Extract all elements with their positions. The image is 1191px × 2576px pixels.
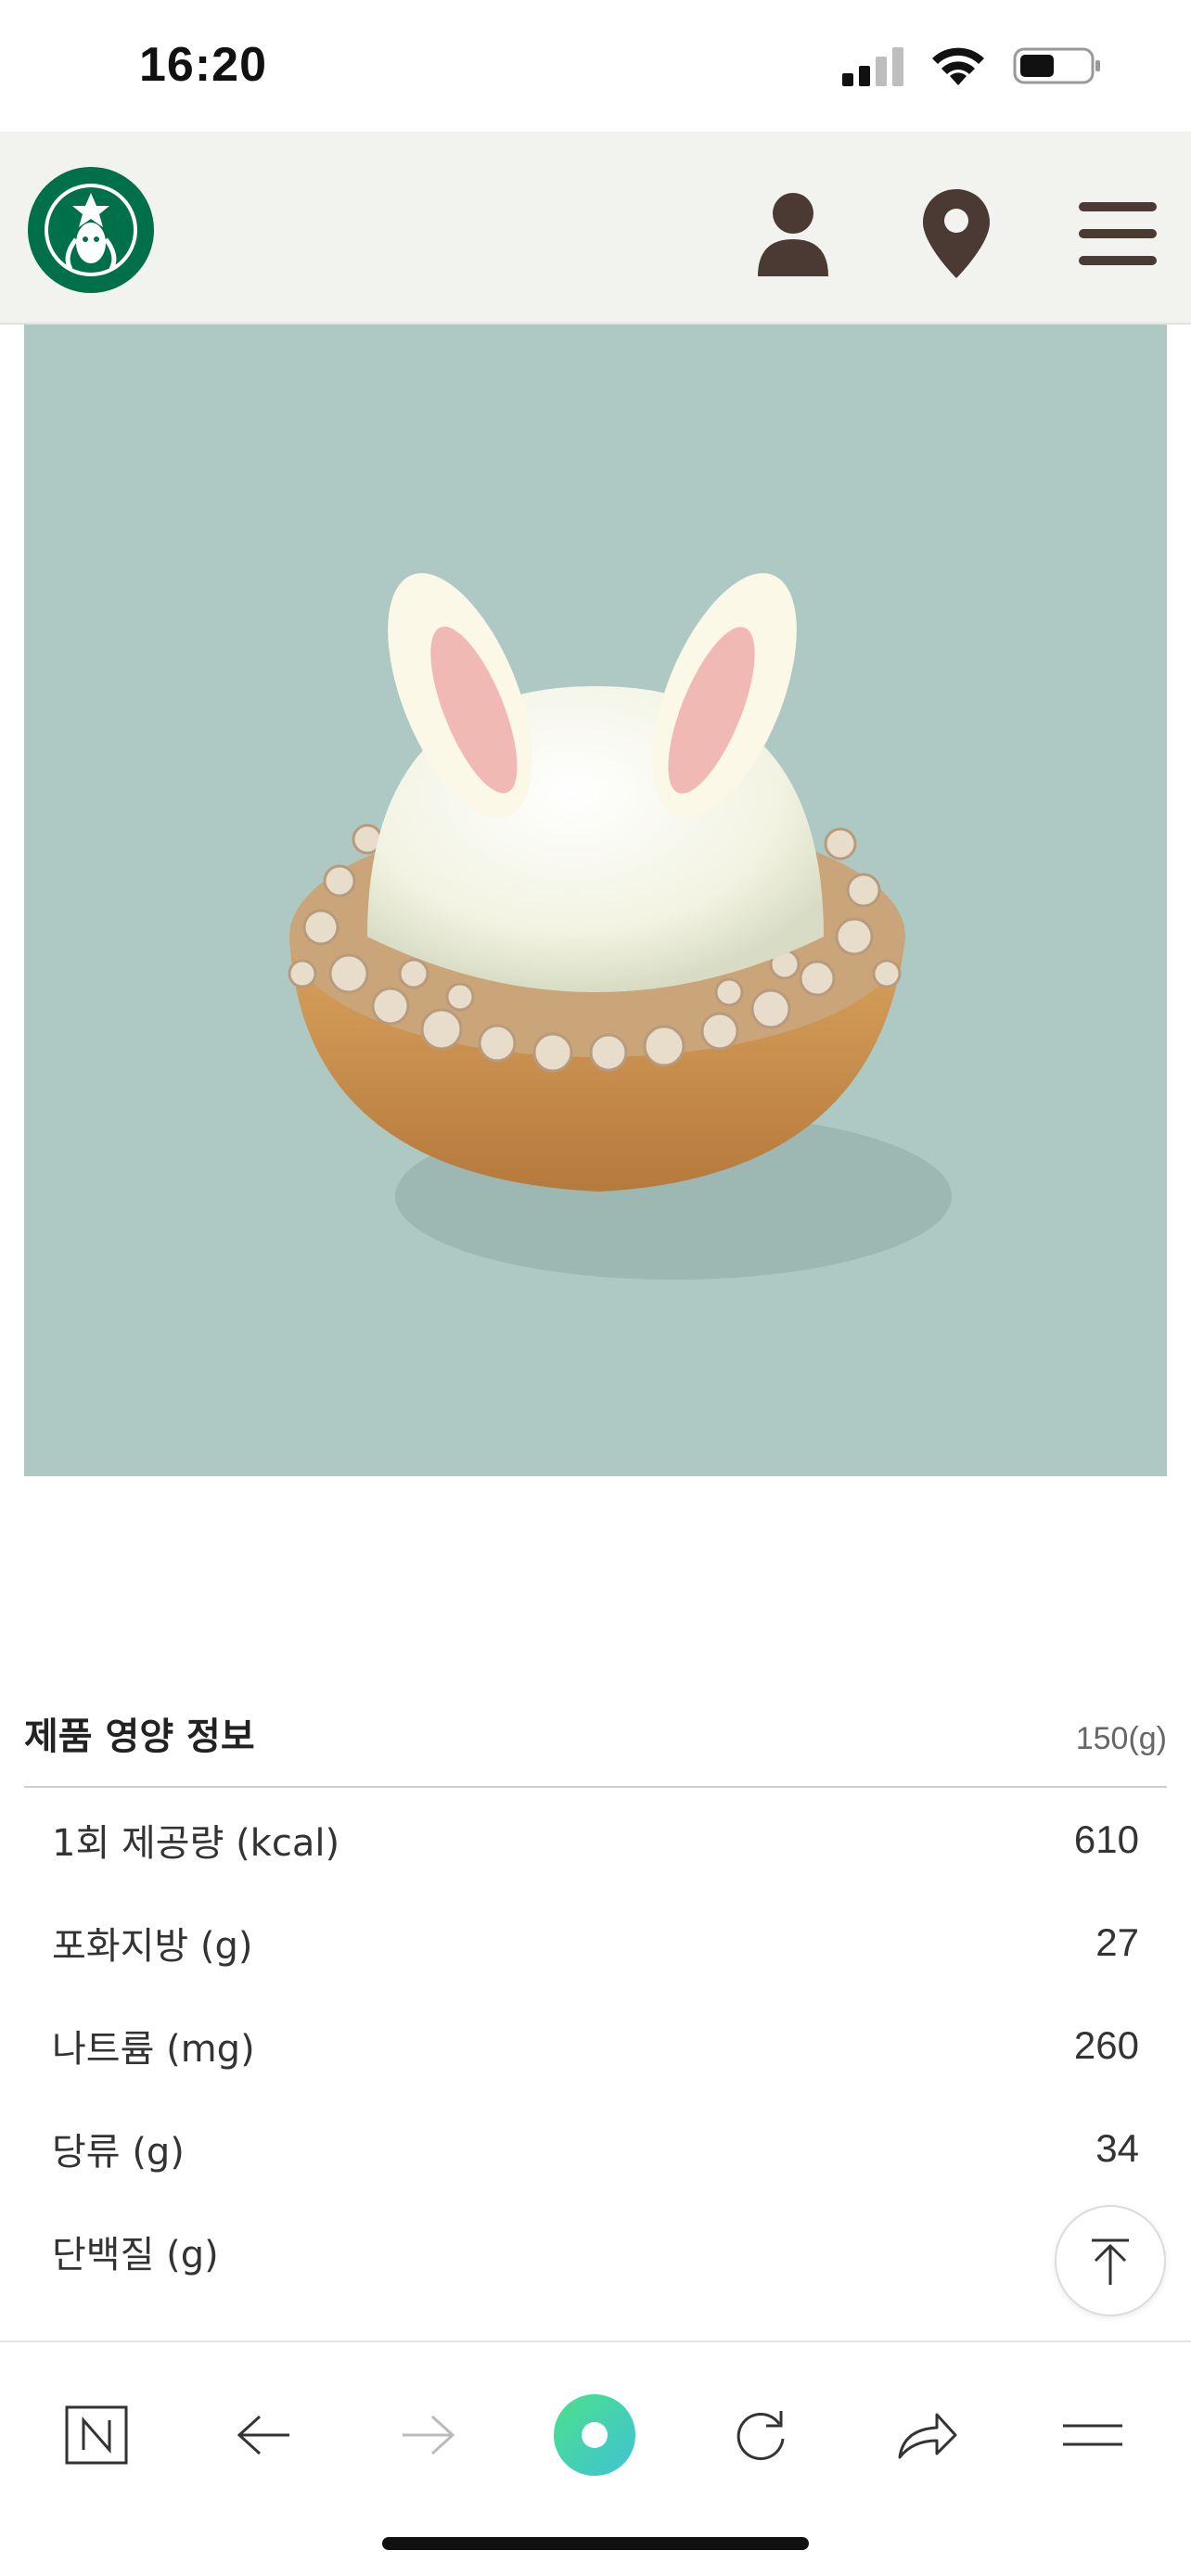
product-image	[24, 325, 1167, 1476]
nutrition-value: 34	[1095, 2125, 1139, 2170]
status-icons	[842, 45, 1102, 87]
nutrition-row: 포화지방 (g) 27	[24, 1891, 1167, 1994]
nutrition-title: 제품 영양 정보	[24, 1715, 255, 1758]
status-time: 16:20	[139, 38, 267, 92]
nutrition-info: 제품 영양 정보 150(g) 1회 제공량 (kcal) 610 포화지방 (…	[24, 1706, 1167, 2302]
status-bar: 16:20	[0, 0, 1191, 132]
nutrition-row: 1회 제공량 (kcal) 610	[24, 1788, 1167, 1891]
naver-icon[interactable]	[50, 2389, 143, 2481]
nutrition-row: 단백질 (g)	[24, 2200, 1167, 2302]
nutrition-value: 610	[1073, 1817, 1139, 1861]
scroll-to-top-button[interactable]	[1055, 2205, 1166, 2316]
site-header	[0, 132, 1191, 325]
forward-arrow-icon[interactable]	[382, 2389, 475, 2481]
nutrition-label: 단백질 (g)	[52, 2233, 219, 2276]
nutrition-header: 제품 영양 정보 150(g)	[24, 1706, 1167, 1788]
nutrition-label: 1회 제공량 (kcal)	[52, 1821, 340, 1865]
menu-icon[interactable]	[1046, 2389, 1139, 2481]
nutrition-row: 나트륨 (mg) 260	[24, 1994, 1167, 2097]
nutrition-row: 당류 (g) 34	[24, 2097, 1167, 2200]
nutrition-weight: 150(g)	[1075, 1721, 1167, 1756]
person-icon[interactable]	[751, 187, 835, 280]
nutrition-label: 당류 (g)	[52, 2130, 185, 2174]
nutrition-label: 포화지방 (g)	[52, 1924, 253, 1968]
hamburger-menu-icon[interactable]	[1076, 187, 1159, 280]
location-pin-icon[interactable]	[915, 187, 998, 280]
wifi-icon	[932, 47, 984, 85]
share-icon[interactable]	[881, 2389, 974, 2481]
nutrition-label: 나트륨 (mg)	[52, 2027, 255, 2071]
starbucks-logo-icon[interactable]	[26, 165, 156, 295]
battery-icon	[1013, 47, 1100, 84]
refresh-icon[interactable]	[714, 2389, 807, 2481]
back-arrow-icon[interactable]	[217, 2389, 310, 2481]
nutrition-value: 27	[1095, 1919, 1139, 1964]
green-dot-icon[interactable]	[548, 2389, 641, 2481]
signal-icon	[842, 47, 903, 86]
home-indicator[interactable]	[382, 2537, 809, 2550]
arrow-up-bar-icon	[1092, 2238, 1129, 2285]
nutrition-value: 260	[1073, 2022, 1139, 2067]
